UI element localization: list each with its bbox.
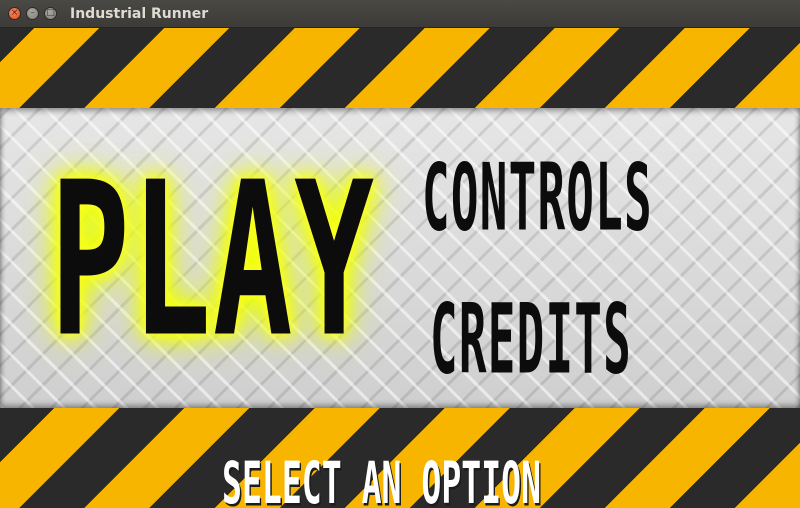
hazard-stripe-top	[0, 28, 800, 108]
close-window-button[interactable]: ×	[8, 7, 21, 20]
play-option[interactable]: PLAY	[50, 105, 374, 418]
game-canvas: PLAY CONTROLS CREDITS SELECT AN OPTION	[0, 28, 800, 508]
select-option-prompt: SELECT AN OPTION	[222, 449, 542, 508]
credits-option[interactable]: CREDITS	[430, 275, 632, 405]
maximize-window-button[interactable]: □	[44, 7, 57, 20]
minimize-window-button[interactable]: –	[26, 7, 39, 20]
window-titlebar: × – □ Industrial Runner	[0, 0, 800, 28]
controls-option[interactable]: CONTROLS	[422, 136, 653, 261]
window-title: Industrial Runner	[70, 5, 209, 22]
